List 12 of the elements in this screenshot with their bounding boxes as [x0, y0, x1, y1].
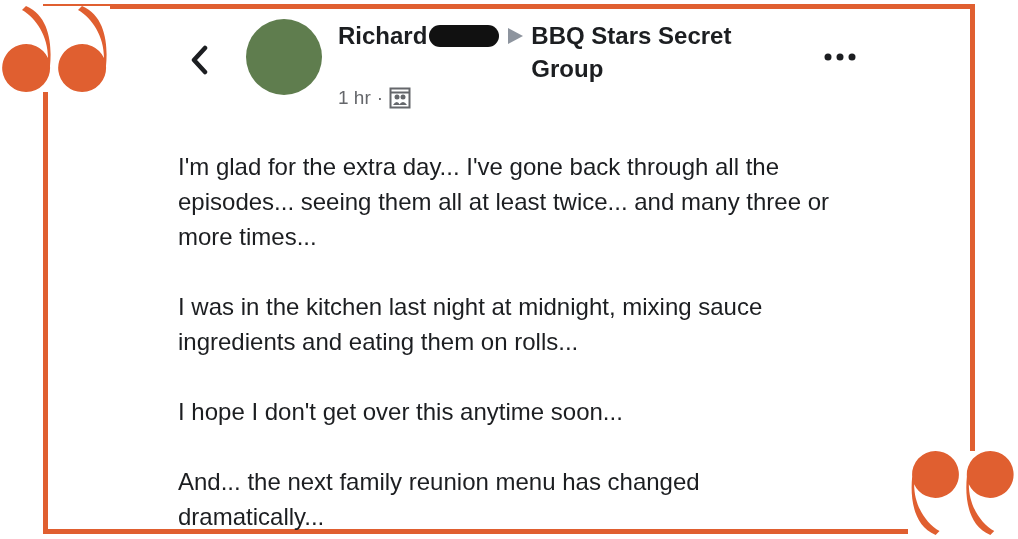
post-paragraph: I hope I don't get over this anytime soon...	[178, 397, 624, 427]
post-paragraph: I was in the kitchen last night at midnight, mixing sauce ingredients and eating them on rolls...	[178, 292, 764, 357]
post-time[interactable]: 1 hr	[338, 87, 371, 109]
group-name[interactable]: BBQ Stars Secret Group	[531, 19, 772, 85]
group-members-icon	[389, 87, 412, 109]
post-paragraph: And... the next family reunion menu has changed dramatically...	[178, 467, 701, 532]
post-paragraph: I'm glad for the extra day... I've gone back through all the episodes... seeing them all at least twice... and many three or more times...	[178, 152, 830, 252]
more-options-icon[interactable]	[824, 53, 856, 61]
separator-dot: ·	[376, 87, 384, 109]
author-name[interactable]: Richard	[338, 19, 428, 52]
back-chevron-icon[interactable]	[190, 45, 208, 75]
redaction-mark	[429, 25, 500, 47]
